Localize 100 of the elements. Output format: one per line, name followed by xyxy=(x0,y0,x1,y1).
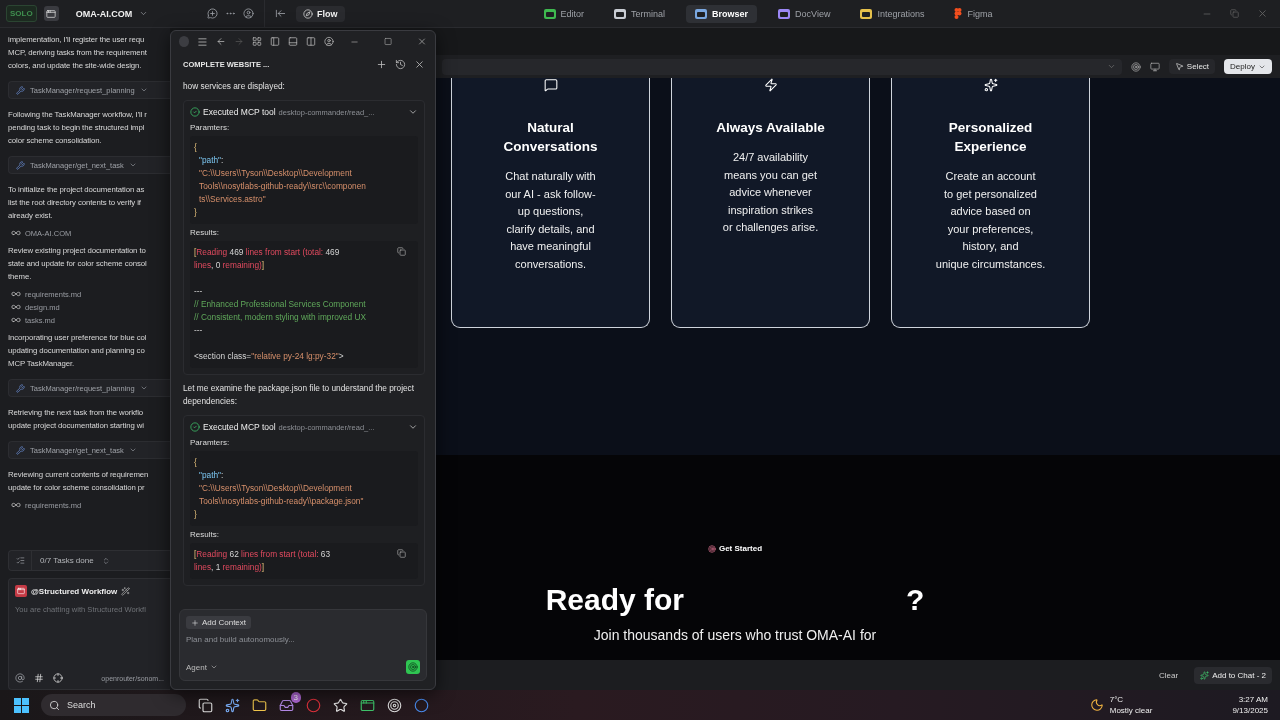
layout-toggle[interactable] xyxy=(43,6,59,21)
code-line: "C:\\Users\\Tyson\\Desktop\\Development xyxy=(198,482,352,495)
add-context-button[interactable]: Add Context xyxy=(186,616,252,629)
card-text: your preferences, xyxy=(947,221,1034,237)
card-text: clarify details, and xyxy=(506,221,595,237)
search-icon xyxy=(49,699,60,711)
section-label: Paramters: xyxy=(190,123,231,132)
close-icon[interactable] xyxy=(414,58,425,70)
copy-icon[interactable] xyxy=(397,549,406,558)
code-line: --- xyxy=(194,324,203,337)
check-icon xyxy=(190,422,200,432)
card-title: Natural xyxy=(527,119,574,137)
card-text: conversations. xyxy=(515,256,586,272)
card-title: Conversations xyxy=(503,138,598,156)
panel-left-icon[interactable] xyxy=(269,36,280,47)
user-icon[interactable] xyxy=(323,36,334,47)
window-icon[interactable] xyxy=(360,697,375,713)
tab[interactable]: Integrations xyxy=(851,4,934,23)
chevron-icon[interactable] xyxy=(408,422,418,432)
folder-icon[interactable] xyxy=(252,697,267,713)
section-label: Paramters: xyxy=(190,438,231,447)
clear-button[interactable]: Clear xyxy=(1153,669,1185,681)
mode-selector[interactable]: Agent xyxy=(186,662,218,672)
project-name[interactable]: OMA-AI.COM xyxy=(75,8,133,19)
columns-icon[interactable] xyxy=(305,36,316,47)
copy-icon[interactable] xyxy=(397,247,406,256)
menu-icon[interactable] xyxy=(196,35,208,48)
moon-icon xyxy=(1089,698,1104,712)
tab[interactable]: DocView xyxy=(769,4,840,23)
target-icon xyxy=(408,662,418,672)
section-tagline: Get Started xyxy=(707,544,763,553)
clock-date: 9/13/2025 xyxy=(1232,705,1268,716)
temperature: 7°C xyxy=(1109,694,1124,705)
tasks-toggle[interactable]: 0/7 Tasks done xyxy=(8,550,170,571)
card-text: Chat naturally with xyxy=(505,169,596,184)
tab[interactable]: Browser xyxy=(686,4,758,23)
panel-bottom-icon[interactable] xyxy=(287,36,298,47)
message-text: how services are displayed: xyxy=(183,80,286,93)
code-line: <section class="relative py-24 lg:py-32"> xyxy=(194,350,344,363)
select-button[interactable]: Select xyxy=(1168,59,1216,74)
tab[interactable]: Terminal xyxy=(605,4,675,23)
crosshair-icon[interactable] xyxy=(53,673,63,683)
lightning-icon xyxy=(763,78,778,92)
user-icon[interactable] xyxy=(243,8,254,19)
checklist-icon xyxy=(15,556,25,565)
at-icon[interactable] xyxy=(15,673,25,683)
wand-icon xyxy=(121,586,131,596)
card-text: to get personalized xyxy=(944,186,1037,202)
card-text: history, and xyxy=(962,239,1019,254)
chat-bubble-icon xyxy=(543,78,558,92)
code-line: lines, 1 remaining)] xyxy=(194,561,265,574)
hash-icon[interactable] xyxy=(34,673,44,683)
task-view-icon[interactable] xyxy=(198,697,213,713)
send-button[interactable] xyxy=(406,660,420,674)
tab[interactable]: Editor xyxy=(534,4,593,23)
star-icon[interactable] xyxy=(333,697,348,713)
sparkles-icon[interactable] xyxy=(225,697,240,713)
chevron-icon[interactable] xyxy=(139,9,149,18)
tool-title: Executed MCP tool xyxy=(203,422,276,432)
code-line: "path": xyxy=(198,469,224,482)
search-field[interactable]: Search xyxy=(41,694,186,716)
code-line: { xyxy=(194,456,197,469)
flow-button[interactable]: Flow xyxy=(296,5,345,22)
weather-text: Mostly clear xyxy=(1109,705,1153,716)
card-title: Always Available xyxy=(716,119,825,137)
target-icon[interactable] xyxy=(1130,61,1141,72)
maximize-icon[interactable] xyxy=(383,37,392,46)
history-icon[interactable] xyxy=(395,58,406,70)
tab[interactable]: Figma xyxy=(945,4,1002,23)
collapse-icon[interactable] xyxy=(275,8,286,19)
infinity-icon xyxy=(11,500,21,510)
chevron-icon[interactable] xyxy=(408,107,418,117)
card-text: or challenges arise. xyxy=(722,220,819,235)
ring-icon[interactable] xyxy=(306,697,321,713)
logo: SOLO xyxy=(6,5,37,22)
agent-name: @Structured Workflow xyxy=(31,586,118,596)
inbox-icon[interactable] xyxy=(279,697,294,713)
grid-icon[interactable] xyxy=(251,36,262,47)
back-icon[interactable] xyxy=(215,36,226,47)
add-to-chat-button[interactable]: Add to Chat - 2 xyxy=(1194,666,1272,684)
prompt-input[interactable]: Plan and build autonomously... xyxy=(186,635,420,644)
url-field[interactable] xyxy=(442,58,1122,75)
card-text: 24/7 availability xyxy=(732,150,809,165)
chevron-icon xyxy=(128,161,137,169)
code-line: "C:\\Users\\Tyson\\Desktop\\Development xyxy=(198,167,352,180)
plus-icon xyxy=(191,618,199,627)
deploy-button[interactable]: Deploy xyxy=(1224,59,1272,74)
wrench-icon xyxy=(16,383,25,393)
check-icon xyxy=(190,107,200,117)
code-line: { xyxy=(194,141,197,154)
compass-icon xyxy=(303,8,313,19)
device-icon[interactable] xyxy=(1149,61,1160,72)
code-line: lines, 0 remaining)] xyxy=(194,259,265,272)
new-chat-icon[interactable] xyxy=(207,8,218,19)
windows-icon[interactable] xyxy=(14,697,29,713)
plus-icon[interactable] xyxy=(376,58,387,70)
code-line: --- xyxy=(194,285,203,298)
circle-icon[interactable] xyxy=(414,697,429,713)
chevron-icon xyxy=(139,384,148,392)
card-title: Personalized xyxy=(948,119,1033,137)
